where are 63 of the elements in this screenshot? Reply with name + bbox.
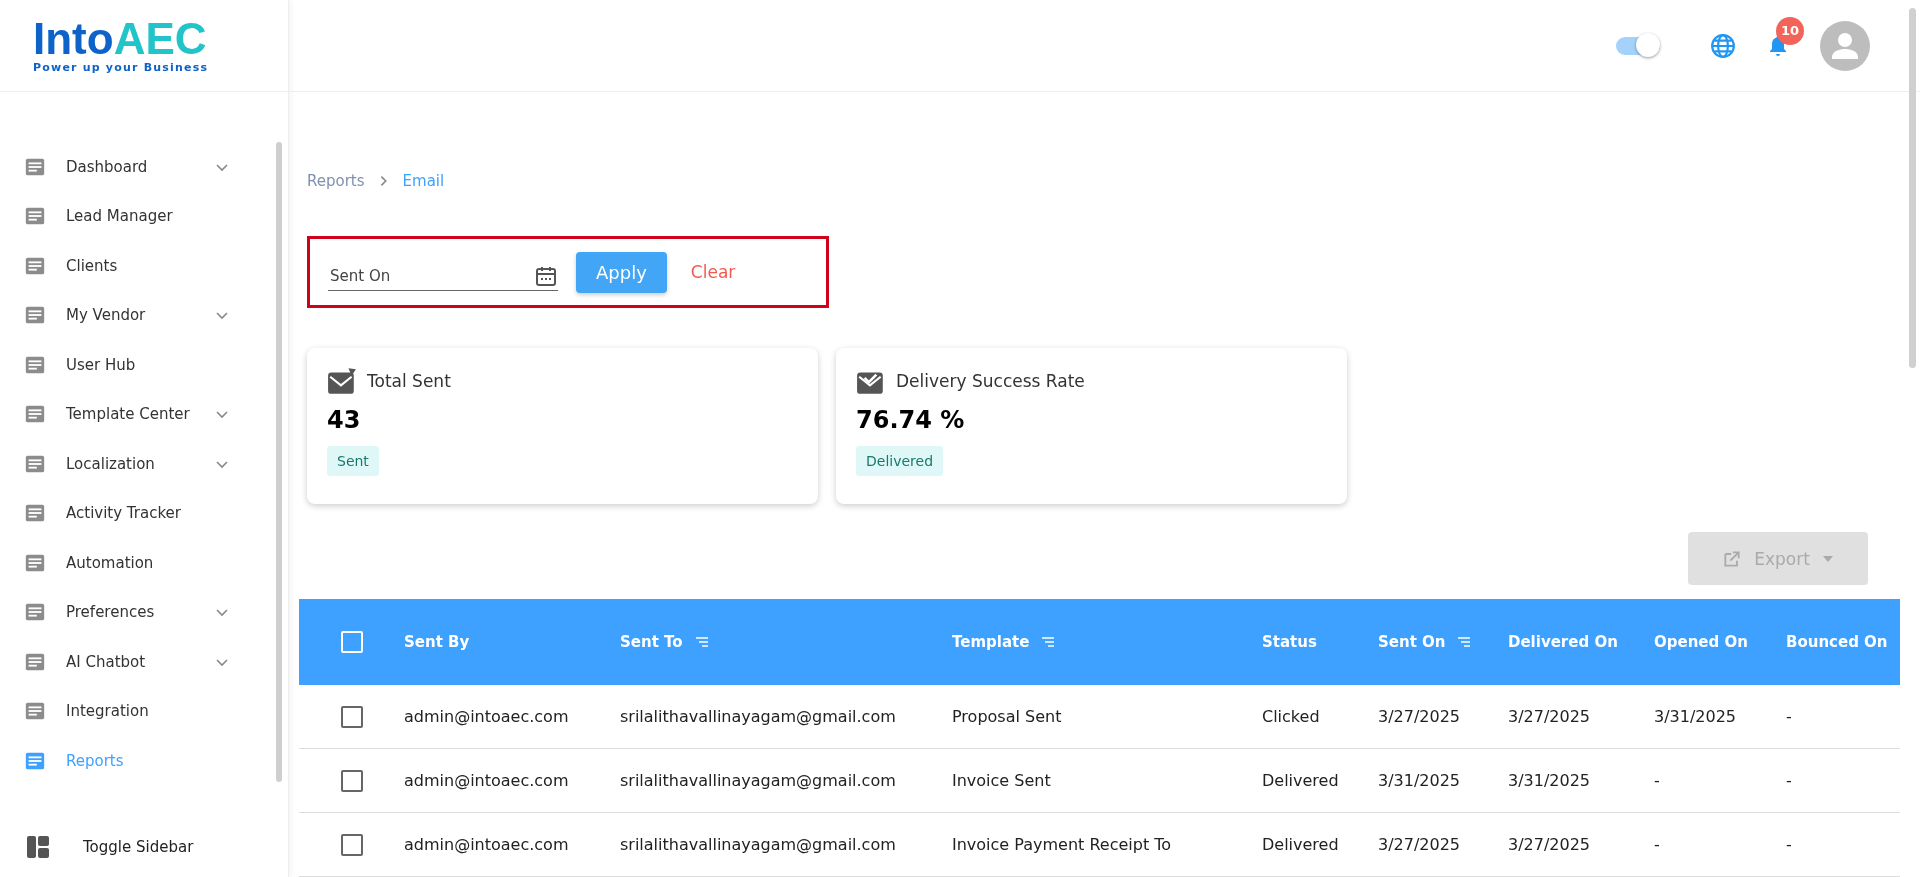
table-cell: 3/27/2025 [1508, 707, 1591, 726]
sort-icon[interactable] [694, 637, 709, 647]
table-cell: 3/27/2025 [1508, 835, 1591, 854]
logo: IntoAEC Power up your Business [33, 17, 209, 74]
table-cell: - [1786, 771, 1792, 790]
table-cell: 3/31/2025 [1378, 771, 1461, 790]
row-checkbox[interactable] [340, 769, 363, 792]
row-checkbox[interactable] [340, 833, 363, 856]
sidebar-item[interactable]: Integration [0, 686, 270, 736]
sort-icon[interactable] [1457, 637, 1472, 647]
table-cell: Proposal Sent [952, 707, 1062, 726]
avatar-icon[interactable] [1820, 20, 1870, 71]
card-title: Delivery Success Rate [896, 371, 1085, 391]
table-cell: - [1786, 707, 1792, 726]
theme-toggle[interactable] [1616, 36, 1660, 55]
sidebar-item[interactable]: Lead Manager [0, 191, 270, 241]
export-icon [1722, 548, 1743, 569]
sidebar-item[interactable]: AI Chatbot [0, 637, 270, 687]
status-tag: Sent [327, 446, 379, 476]
table-cell: Invoice Sent [952, 771, 1051, 790]
table-cell: Delivered [1262, 835, 1339, 854]
envelope-icon [327, 366, 357, 396]
sidebar-item[interactable]: Automation [0, 538, 270, 588]
table-cell: admin@intoaec.com [404, 707, 569, 726]
caret-icon [1821, 554, 1834, 563]
status-tag: Delivered [856, 446, 944, 476]
globe-icon[interactable] [1710, 32, 1736, 59]
breadcrumb-current: Email [402, 172, 445, 190]
table-cell: 3/31/2025 [1508, 771, 1591, 790]
table-cell: srilalithavallinayagam@gmail.com [620, 707, 896, 726]
sidebar-layout-icon [26, 835, 50, 859]
table-cell: 3/27/2025 [1378, 707, 1461, 726]
toggle-sidebar-button[interactable]: Toggle Sidebar [0, 817, 288, 877]
sidebar-item[interactable]: Clients [0, 241, 270, 291]
table-cell: 3/27/2025 [1378, 835, 1461, 854]
date-field[interactable]: Sent On [328, 265, 534, 286]
table-cell: Delivered [1262, 771, 1339, 790]
sidebar-item[interactable]: Localization [0, 439, 270, 489]
scrollbar[interactable] [1909, 8, 1916, 368]
table-cell: srilalithavallinayagam@gmail.com [620, 771, 896, 790]
table-cell: admin@intoaec.com [404, 771, 569, 790]
scrollbar[interactable] [276, 142, 282, 782]
table-cell: - [1786, 835, 1792, 854]
card-value: 76.74 % [856, 406, 965, 434]
table-cell: 3/31/2025 [1654, 707, 1737, 726]
select-all-checkbox[interactable] [340, 631, 363, 653]
table-cell: admin@intoaec.com [404, 835, 569, 854]
sidebar-item[interactable]: Preferences [0, 587, 270, 637]
sidebar-item[interactable]: Dashboard [0, 142, 270, 192]
sidebar-item[interactable]: Activity Tracker [0, 488, 270, 538]
sort-icon[interactable] [1041, 637, 1056, 647]
row-checkbox[interactable] [340, 705, 363, 728]
table-cell: Invoice Payment Receipt To [952, 835, 1172, 854]
sidebar-item[interactable]: Template Center [0, 389, 270, 439]
table-cell: - [1654, 835, 1660, 854]
table-cell: srilalithavallinayagam@gmail.com [620, 835, 896, 854]
sidebar-item[interactable]: My Vendor [0, 290, 270, 340]
sidebar-item[interactable]: User Hub [0, 340, 270, 390]
table-cell: Clicked [1262, 707, 1320, 726]
card-value: 43 [327, 406, 361, 434]
card-title: Total Sent [367, 371, 451, 391]
table-cell: - [1654, 771, 1660, 790]
notification-badge: 10 [1776, 16, 1804, 45]
